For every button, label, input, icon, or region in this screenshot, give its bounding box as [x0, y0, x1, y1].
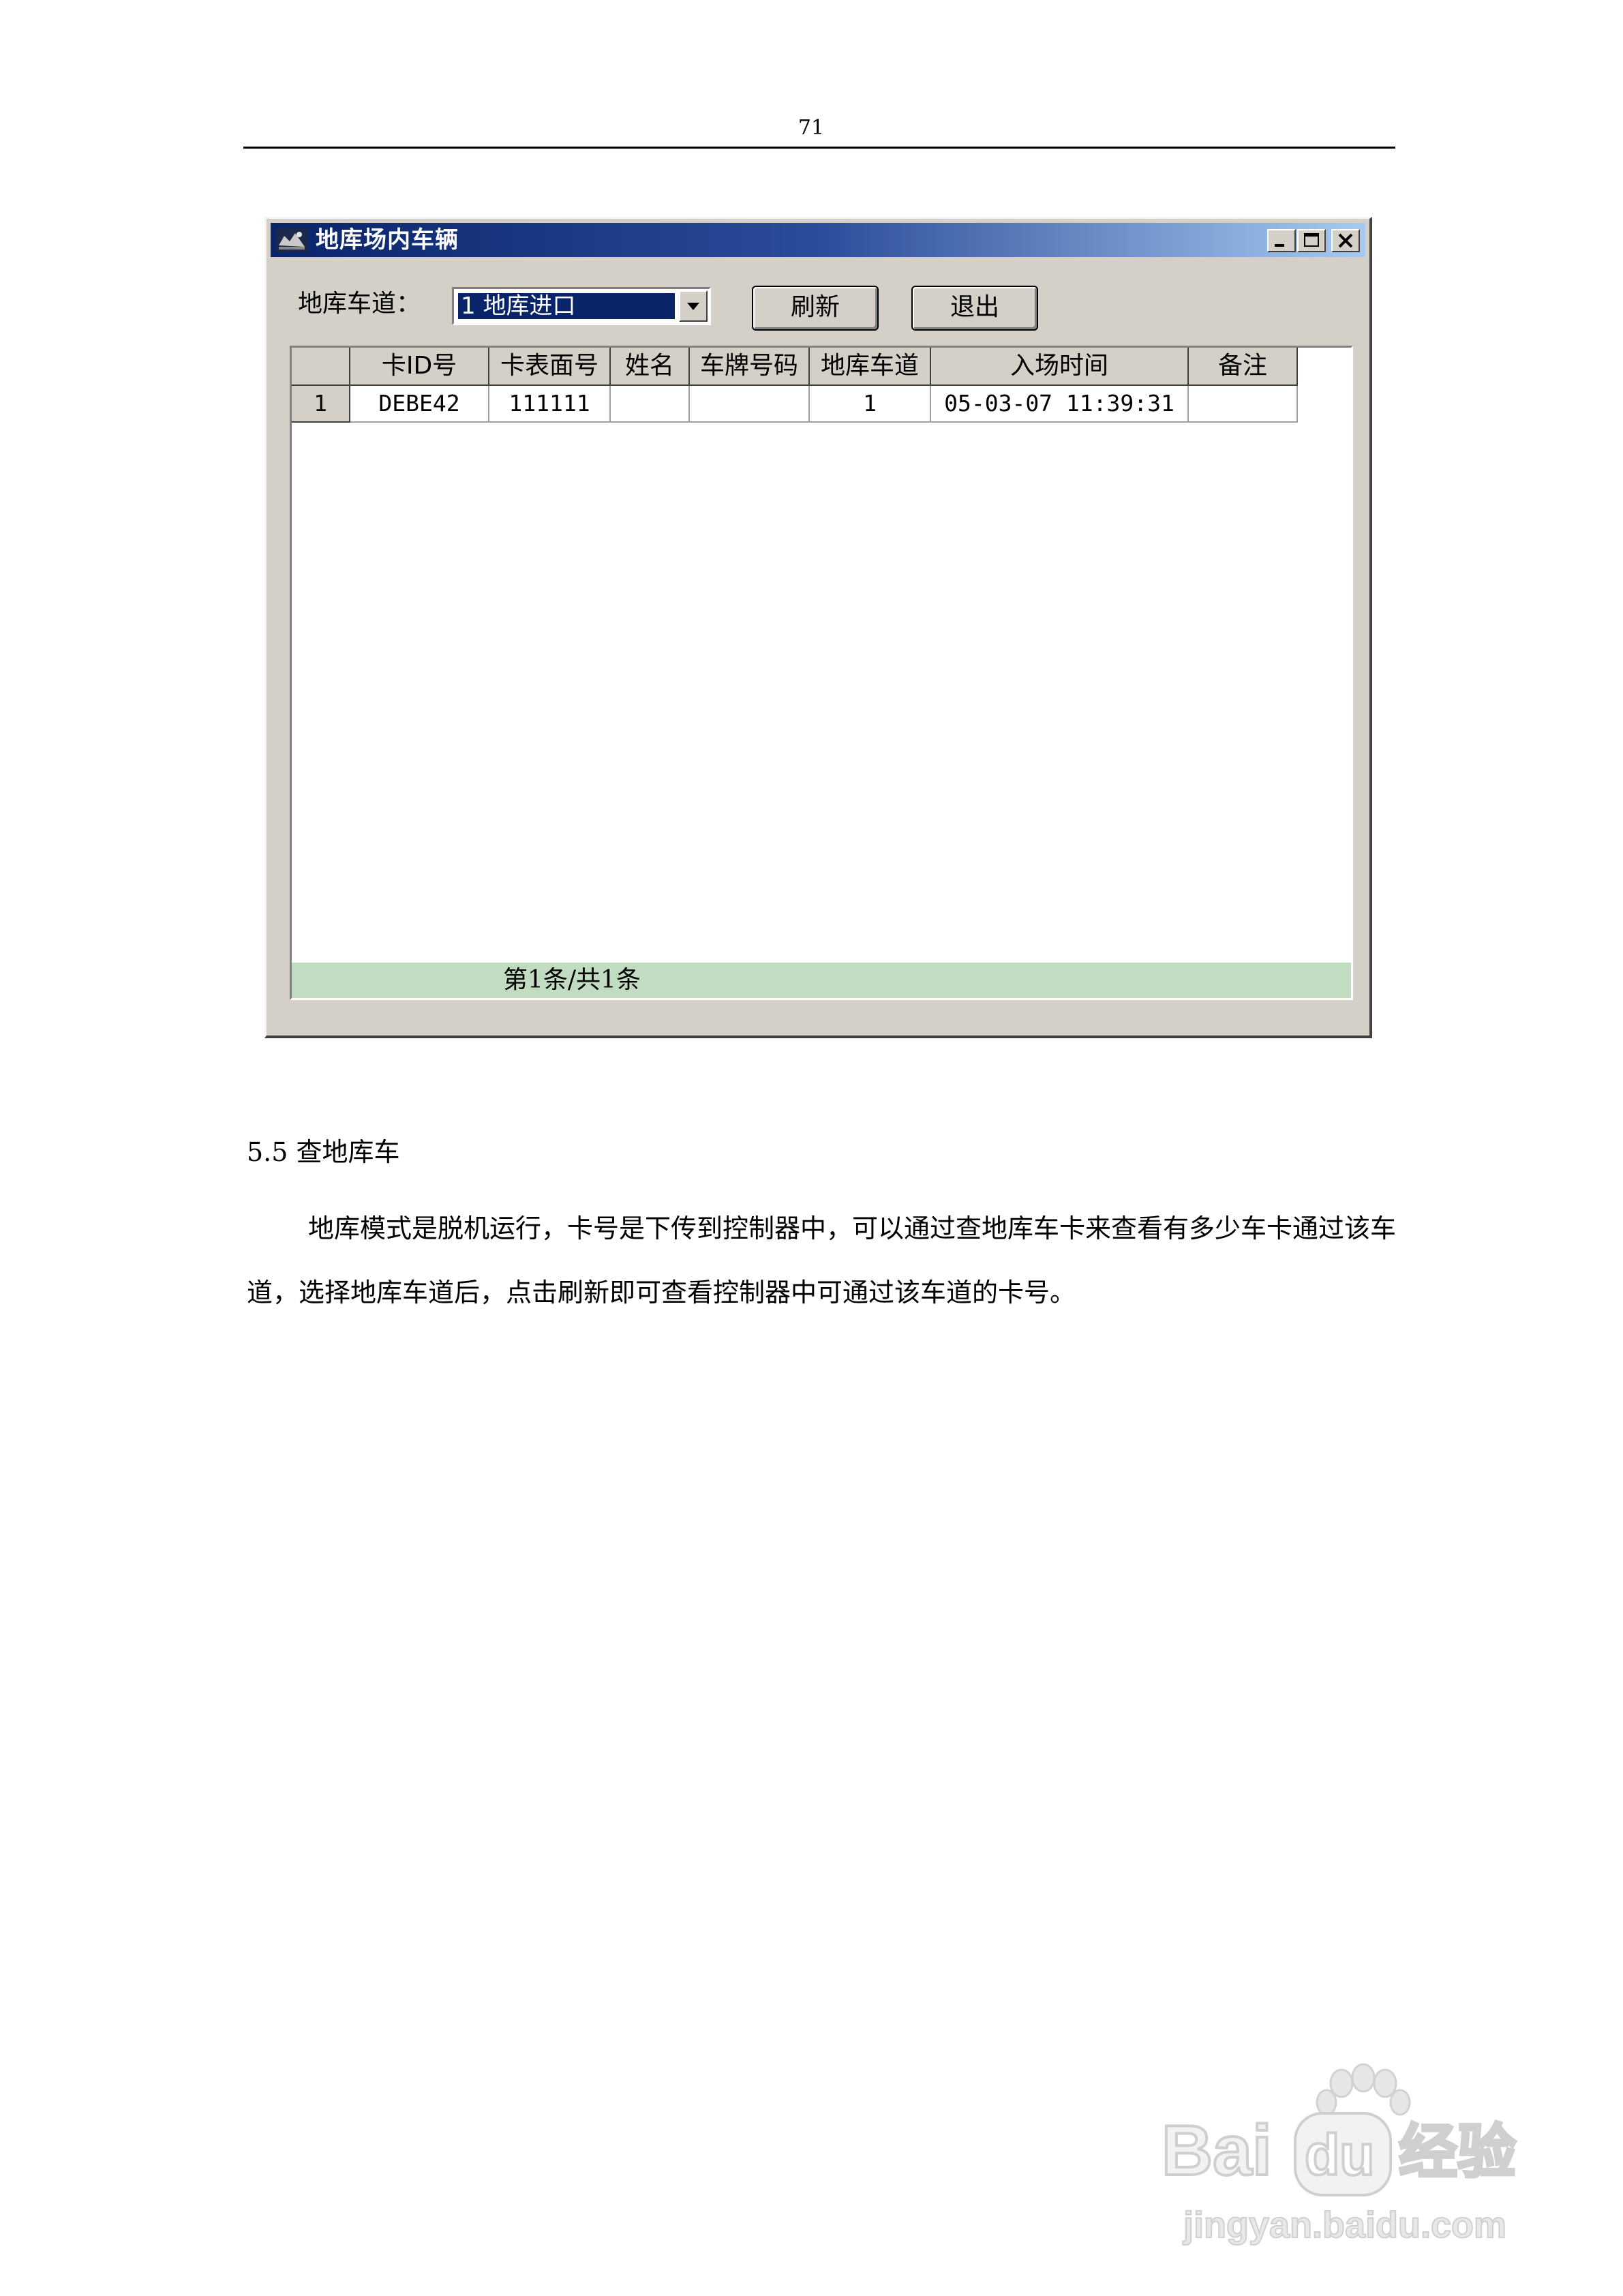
svg-text:jingyan.baidu.com: jingyan.baidu.com — [1183, 2205, 1506, 2246]
lane-select[interactable]: 1 地库进口 — [452, 287, 711, 325]
corner-header — [292, 348, 350, 386]
minimize-button[interactable] — [1267, 229, 1296, 252]
app-window: 地库场内车辆 地库车道： 1 地库进口 刷新 退出 卡ID号 卡表面号 姓名 车… — [264, 217, 1372, 1038]
table-cell-entry-time[interactable]: 05-03-07 11:39:31 — [931, 386, 1189, 423]
section-heading: 5.5 查地库车 — [247, 1137, 400, 1167]
baidu-watermark: Bai du 经验 jingyan.baidu.com — [1160, 2063, 1517, 2246]
table-cell-card-id[interactable]: DEBE42 — [350, 386, 489, 423]
maximize-button[interactable] — [1297, 229, 1326, 252]
minimize-icon — [1275, 244, 1284, 247]
svg-text:du: du — [1305, 2123, 1375, 2187]
vehicle-table[interactable]: 卡ID号 卡表面号 姓名 车牌号码 地库车道 入场时间 备注 1 DEBE42 … — [290, 346, 1353, 1000]
page-number: 71 — [798, 116, 825, 140]
column-header-card-face[interactable]: 卡表面号 — [489, 348, 611, 386]
svg-text:Bai: Bai — [1162, 2111, 1272, 2190]
table-cell-note[interactable] — [1189, 386, 1298, 423]
table-cell-card-face[interactable]: 111111 — [489, 386, 611, 423]
title-bar[interactable]: 地库场内车辆 — [271, 223, 1365, 257]
row-header[interactable]: 1 — [292, 386, 350, 423]
lane-selected-value: 1 地库进口 — [457, 292, 676, 320]
close-icon — [1338, 233, 1353, 248]
table-cell-plate[interactable] — [690, 386, 810, 423]
window-title: 地库场内车辆 — [316, 226, 459, 254]
table-cell-lane[interactable]: 1 — [810, 386, 931, 423]
body-paragraph: 地库模式是脱机运行，卡号是下传到控制器中，可以通过查地库车卡来查看有多少车卡通过… — [247, 1213, 1397, 1308]
table-cell-name[interactable] — [611, 386, 690, 423]
column-header-note[interactable]: 备注 — [1189, 348, 1298, 386]
header-rule — [243, 147, 1395, 149]
refresh-button[interactable]: 刷新 — [752, 286, 879, 331]
close-button[interactable] — [1331, 229, 1360, 252]
app-icon — [276, 228, 307, 252]
column-header-lane[interactable]: 地库车道 — [810, 348, 931, 386]
svg-text:经验: 经验 — [1399, 2119, 1516, 2185]
chevron-down-icon — [687, 303, 699, 310]
column-header-name[interactable]: 姓名 — [611, 348, 690, 386]
status-bar: 第1条/共1条 — [292, 963, 1351, 998]
dropdown-button[interactable] — [679, 290, 708, 322]
exit-button[interactable]: 退出 — [911, 286, 1038, 331]
record-count: 第1条/共1条 — [503, 966, 641, 994]
column-header-plate[interactable]: 车牌号码 — [690, 348, 810, 386]
column-header-entry-time[interactable]: 入场时间 — [931, 348, 1189, 386]
lane-label: 地库车道： — [298, 290, 421, 318]
column-header-card-id[interactable]: 卡ID号 — [350, 348, 489, 386]
maximize-icon — [1304, 233, 1319, 247]
